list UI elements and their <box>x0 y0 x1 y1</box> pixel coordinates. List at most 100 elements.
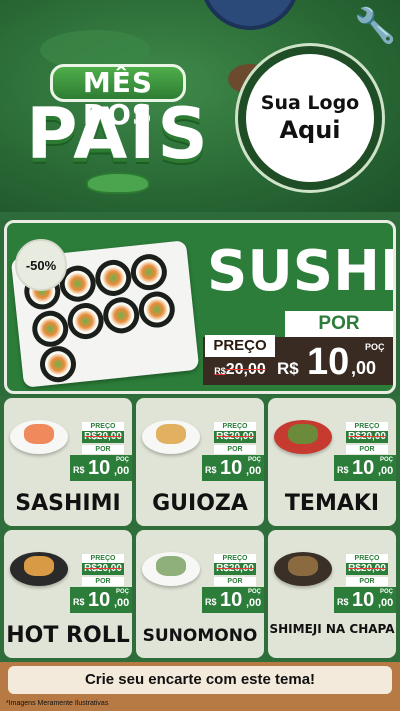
price-dec: ,00 <box>114 597 130 609</box>
product-name: HOT ROLL <box>6 623 130 648</box>
price-block: PREÇO R$20,00 POR R$ 10 ,00 POÇ <box>334 422 396 481</box>
product-card-hot-roll[interactable]: PREÇO R$20,00 POR R$ 10 ,00 POÇ HOT ROLL <box>4 530 132 658</box>
discount-badge: -50% <box>15 239 67 291</box>
logo-text-line2: Aqui <box>279 116 341 144</box>
product-grid: PREÇO R$20,00 POR R$ 10 ,00 POÇ SASHIMI … <box>0 396 400 662</box>
disclaimer-text: *Imagens Meramente Ilustrativas <box>6 700 109 707</box>
price-currency: R$ <box>337 597 349 607</box>
product-name: SUNOMONO <box>142 626 258 646</box>
tie-icon <box>200 0 300 30</box>
sushi-roll <box>101 295 142 336</box>
title-badge: MÊS DOS PAIS <box>18 52 218 202</box>
price-int: 10 <box>352 589 375 611</box>
price-preco-label: PREÇO <box>214 554 256 563</box>
price-int: 10 <box>220 457 243 479</box>
price-por-label: POR <box>214 445 256 454</box>
hero-poc-label: POÇ <box>365 342 385 352</box>
price-old: R$20,00 <box>214 431 256 443</box>
price-block: PREÇO R$20,00 POR R$ 10 ,00 POÇ <box>334 554 396 613</box>
price-poc: POÇ <box>380 589 394 595</box>
price-preco-label: PREÇO <box>82 554 124 563</box>
product-name: SASHIMI <box>15 491 121 516</box>
hero-new-price-dec: ,00 <box>351 358 377 378</box>
price-por-label: POR <box>82 577 124 586</box>
product-name: SHIMEJI NA CHAPA <box>269 622 395 636</box>
product-card-guioza[interactable]: PREÇO R$20,00 POR R$ 10 ,00 POÇ GUIOZA <box>136 398 264 526</box>
product-card-sashimi[interactable]: PREÇO R$20,00 POR R$ 10 ,00 POÇ SASHIMI <box>4 398 132 526</box>
title-main: PAIS <box>26 93 210 175</box>
price-currency: R$ <box>73 465 85 475</box>
sushi-roll <box>93 258 134 298</box>
sunomono-image <box>140 542 202 596</box>
hero-new-price-int: 10 <box>307 341 350 383</box>
guioza-image <box>140 410 202 464</box>
price-por-label: POR <box>214 577 256 586</box>
price-currency: R$ <box>73 597 85 607</box>
price-block: PREÇO R$20,00 POR R$ 10 ,00 POÇ <box>70 422 132 481</box>
food <box>156 424 186 444</box>
product-card-shimeji[interactable]: PREÇO R$20,00 POR R$ 10 ,00 POÇ SHIMEJI … <box>268 530 396 658</box>
price-new: R$ 10 ,00 POÇ <box>202 587 264 613</box>
price-int: 10 <box>88 457 111 479</box>
footer: Crie seu encarte com este tema! *Imagens… <box>0 662 400 711</box>
price-new: R$ 10 ,00 POÇ <box>334 587 396 613</box>
price-block: PREÇO R$20,00 POR R$ 10 ,00 POÇ <box>202 554 264 613</box>
food <box>24 556 54 576</box>
temaki-image <box>272 410 334 464</box>
shimeji-image <box>272 542 334 596</box>
sashimi-image <box>8 410 70 464</box>
sushi-roll <box>65 301 106 341</box>
product-name: GUIOZA <box>152 491 248 516</box>
price-currency: R$ <box>337 465 349 475</box>
price-block: PREÇO R$20,00 POR R$ 10 ,00 POÇ <box>70 554 132 613</box>
price-currency: R$ <box>205 597 217 607</box>
price-dec: ,00 <box>246 597 262 609</box>
hero-por-label: POR <box>285 311 393 337</box>
hero-preco-label: PREÇO <box>205 335 275 357</box>
hero-new-currency: R$ <box>277 359 299 378</box>
price-poc: POÇ <box>116 589 130 595</box>
price-old: R$20,00 <box>82 563 124 575</box>
price-por-label: POR <box>346 445 388 454</box>
hero-title: SUSHI <box>207 239 396 304</box>
product-card-temaki[interactable]: PREÇO R$20,00 POR R$ 10 ,00 POÇ TEMAKI <box>268 398 396 526</box>
product-card-sunomono[interactable]: PREÇO R$20,00 POR R$ 10 ,00 POÇ SUNOMONO <box>136 530 264 658</box>
hero-old-value: 20,00 <box>225 361 266 378</box>
hero-old-currency: R$ <box>214 366 226 376</box>
price-poc: POÇ <box>248 457 262 463</box>
price-new: R$ 10 ,00 POÇ <box>202 455 264 481</box>
price-int: 10 <box>352 457 375 479</box>
price-old: R$20,00 <box>346 431 388 443</box>
price-old: R$20,00 <box>346 563 388 575</box>
hero-old-price: R$20,00 <box>205 357 275 383</box>
food <box>288 424 318 444</box>
price-por-label: POR <box>82 445 124 454</box>
price-preco-label: PREÇO <box>82 422 124 431</box>
cta-banner[interactable]: Crie seu encarte com este tema! <box>8 666 392 694</box>
price-por-label: POR <box>346 577 388 586</box>
price-dec: ,00 <box>378 597 394 609</box>
price-preco-label: PREÇO <box>346 554 388 563</box>
sushi-roll <box>137 289 177 330</box>
sushi-roll <box>129 252 169 292</box>
price-dec: ,00 <box>246 465 262 477</box>
header-banner: 🔧 MÊS DOS PAIS Sua Logo Aqui <box>0 0 400 212</box>
food <box>156 556 186 576</box>
price-poc: POÇ <box>248 589 262 595</box>
food <box>24 424 54 444</box>
mustache-icon <box>86 172 150 194</box>
hero-offer-card[interactable]: -50% SUSHI POR PREÇO R$20,00 R$ 10 ,00 P… <box>4 220 396 394</box>
price-preco-label: PREÇO <box>214 422 256 431</box>
price-poc: POÇ <box>380 457 394 463</box>
price-currency: R$ <box>205 465 217 475</box>
price-dec: ,00 <box>114 465 130 477</box>
price-new: R$ 10 ,00 POÇ <box>70 455 132 481</box>
sushi-roll <box>38 344 78 384</box>
hot-roll-image <box>8 542 70 596</box>
price-block: PREÇO R$20,00 POR R$ 10 ,00 POÇ <box>202 422 264 481</box>
price-int: 10 <box>88 589 111 611</box>
price-preco-label: PREÇO <box>346 422 388 431</box>
logo-placeholder[interactable]: Sua Logo Aqui <box>238 46 382 190</box>
sushi-roll <box>30 309 71 349</box>
price-new: R$ 10 ,00 POÇ <box>70 587 132 613</box>
